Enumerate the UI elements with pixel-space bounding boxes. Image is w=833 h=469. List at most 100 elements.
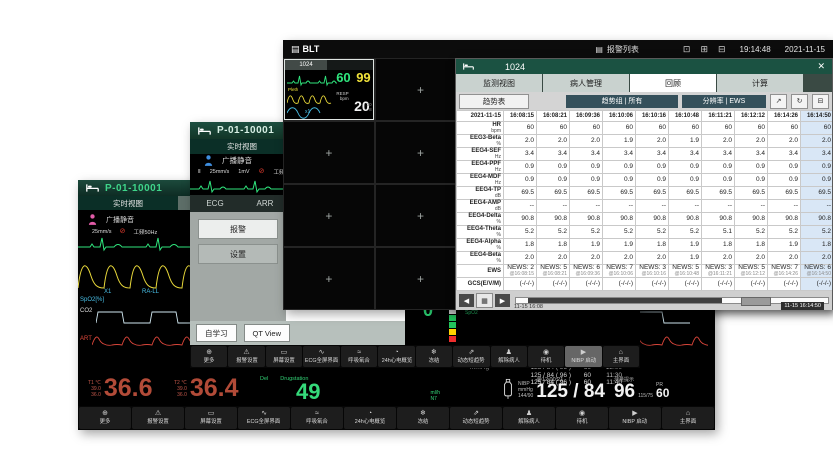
trend-cell: 2.0 — [537, 252, 570, 265]
table-time-header: 16:10:06 — [603, 111, 636, 122]
table-time-header: 16:11:21 — [702, 111, 735, 122]
trend-cell: NEWS: 7@16:10:06 — [603, 265, 636, 278]
temp1-display[interactable]: T1 ℃ 39.0 36.0 36.6 — [88, 376, 153, 400]
sidebar-item-alarm[interactable]: 报警 — [198, 219, 278, 239]
sidebar-item-setup[interactable]: 设置 — [198, 244, 278, 264]
toolbar-button-5[interactable]: ≈呼吸氧合 — [341, 346, 377, 367]
printer-icon[interactable]: ⊟ — [718, 44, 726, 55]
grid-cell-1024[interactable]: 1024 60 99 Pleth RESPbpm 20 308 x1 — [283, 58, 375, 121]
toolbar-button-3[interactable]: ▭屏幕设置 — [185, 407, 237, 429]
resolution-button[interactable]: 分辨率 | EWS — [682, 95, 766, 108]
toolbar-button-11[interactable]: ▶NIBP 启动 — [565, 346, 601, 367]
toolbar-button-2[interactable]: ⚠报警设置 — [132, 407, 184, 429]
toolbar-label: NIBP 启动 — [623, 418, 648, 425]
calendar-button[interactable]: ▦ — [476, 293, 493, 308]
toolbar-button-8[interactable]: ⇗动态短趋势 — [450, 407, 502, 429]
toolbar-button-2[interactable]: ⚠报警设置 — [228, 346, 264, 367]
empty-tile[interactable]: + — [375, 121, 467, 184]
export-trend-icon[interactable]: ↗ — [770, 94, 787, 109]
toolbar-button-9[interactable]: ♟解除病人 — [491, 346, 527, 367]
tab-ecg[interactable]: ECG — [190, 195, 240, 212]
table-time-header: 16:14:26 — [768, 111, 801, 122]
network-icon[interactable]: ⊞ — [700, 44, 708, 55]
qt-view-button[interactable]: QT View — [244, 324, 290, 342]
empty-tile[interactable]: + — [375, 184, 467, 247]
trend-row-gcs-e-v-m-: GCS(E/V/M)(-/-/-)(-/-/-)(-/-/-)(-/-/-)(-… — [457, 278, 833, 291]
refresh-icon[interactable]: ↻ — [791, 94, 808, 109]
empty-tile[interactable]: + — [283, 184, 375, 247]
patient-icon — [204, 155, 213, 166]
toolbar-button-3[interactable]: ▭屏幕设置 — [266, 346, 302, 367]
toolbar-icon: ⇗ — [473, 410, 479, 418]
toolbar-icon: ▶ — [632, 410, 637, 418]
toolbar-button-9[interactable]: ♟解除病人 — [503, 407, 555, 429]
toolbar-button-11[interactable]: ▶NIBP 启动 — [609, 407, 661, 429]
logo-mark-icon: ▤ — [291, 44, 300, 55]
trend-cell: 3.4 — [636, 148, 669, 161]
toolbar-icon: ⊕ — [206, 349, 212, 357]
toolbar-button-10[interactable]: ◉待机 — [528, 346, 564, 367]
toolbar-label: 24h心电概览 — [381, 357, 412, 364]
toolbar-button-8[interactable]: ⇗动态短趋势 — [453, 346, 489, 367]
trend-cell: -- — [537, 200, 570, 213]
monitor-tile-1024[interactable]: 1024 60 99 Pleth RESPbpm 20 308 x1 — [284, 59, 374, 120]
close-icon[interactable]: ✕ — [817, 61, 825, 72]
trend-cell: 2.0 — [735, 252, 768, 265]
print-icon[interactable]: ⊟ — [812, 94, 829, 109]
trend-cell: (-/-/-) — [702, 278, 735, 291]
page-next-button[interactable]: ▶ — [495, 294, 510, 307]
toolbar-label: 屏幕设置 — [200, 418, 222, 425]
dialog-tab-calculate[interactable]: 计算 — [717, 74, 803, 92]
temp2-display[interactable]: T2 ℃ 39.0 36.0 36.4 — [174, 376, 239, 400]
infusion-display[interactable]: DelDrugstation 49 ml/hN7 — [260, 376, 440, 402]
trend-group-button[interactable]: 趋势组 | 所有 — [566, 95, 678, 108]
nibp-display[interactable]: NIBP mmHg 144/90 @12:00:21 125 / 84 测量提示… — [518, 376, 715, 401]
toolbar-button-6[interactable]: ◔24h心电概览 — [378, 346, 414, 367]
toolbar-button-5[interactable]: ≈呼吸氧合 — [291, 407, 343, 429]
empty-tile[interactable]: + — [375, 247, 467, 310]
empty-tile[interactable]: + — [283, 247, 375, 310]
toolbar-button-1[interactable]: ⊕更多 — [191, 346, 227, 367]
toolbar-icon: ◉ — [579, 410, 585, 418]
self-learn-button[interactable]: 自学习 — [196, 324, 237, 342]
table-date-header: 2021-11-15 — [457, 111, 504, 122]
toolbar-button-1[interactable]: ⊕更多 — [79, 407, 131, 429]
scrollbar-thumb[interactable] — [528, 298, 721, 303]
row-label: EEG3-Beta% — [457, 135, 504, 148]
scrollbar-handle[interactable] — [741, 297, 771, 306]
tile-hr-value: 60 — [336, 70, 350, 85]
toolbar-label: 待机 — [541, 357, 552, 364]
toolbar-button-10[interactable]: ◉待机 — [556, 407, 608, 429]
toolbar-button-7[interactable]: ❄冻结 — [397, 407, 449, 429]
empty-tile[interactable]: + — [283, 121, 375, 184]
trend-cell: 3.4 — [735, 148, 768, 161]
clock-date: 2021-11-15 — [785, 45, 825, 54]
trend-row-eeg4-mdf: EEG4-MDFHz0.90.90.90.90.90.90.90.90.90.9 — [457, 174, 833, 187]
dialog-tab-review[interactable]: 回顾 — [630, 74, 716, 92]
w1-patient-row[interactable]: 广播静音 — [88, 214, 134, 225]
export-icon[interactable]: ⊡ — [683, 44, 691, 55]
toolbar-button-4[interactable]: ∿ECG全屏界面 — [303, 346, 340, 367]
trend-cell: 0.9 — [702, 174, 735, 187]
dialog-title: 1024 — [505, 62, 525, 72]
trend-table-button[interactable]: 趋势表 — [459, 94, 529, 109]
toolbar-button-4[interactable]: ∿ECG全屏界面 — [238, 407, 290, 429]
trend-cell: 0.9 — [504, 174, 537, 187]
nibp-map-limits: 115/75 — [638, 393, 653, 401]
empty-tile[interactable]: + — [375, 58, 467, 121]
dialog-tab-monitor-view[interactable]: 监测视图 — [456, 74, 542, 92]
toolbar-button-12[interactable]: ⌂主界面 — [662, 407, 714, 429]
alarm-list-button[interactable]: ▤ 报警列表 — [595, 44, 639, 55]
toolbar-button-7[interactable]: ❄冻结 — [416, 346, 452, 367]
trend-cell: 60 — [801, 122, 833, 135]
w2-tab-live-view[interactable]: 实时视图 — [190, 139, 294, 154]
dialog-tab-patient-management[interactable]: 病人管理 — [543, 74, 629, 92]
trend-cell: 90.8 — [570, 213, 603, 226]
toolbar-button-12[interactable]: ⌂主界面 — [603, 346, 639, 367]
w1-tab-live-view[interactable]: 实时视图 — [78, 196, 178, 210]
trend-cell: 2.0 — [603, 252, 636, 265]
toolbar-button-6[interactable]: ◔24h心电概览 — [344, 407, 396, 429]
toolbar-label: ECG全屏界面 — [305, 357, 338, 364]
quality-scale — [449, 308, 456, 343]
page-prev-button[interactable]: ◀ — [459, 294, 474, 307]
